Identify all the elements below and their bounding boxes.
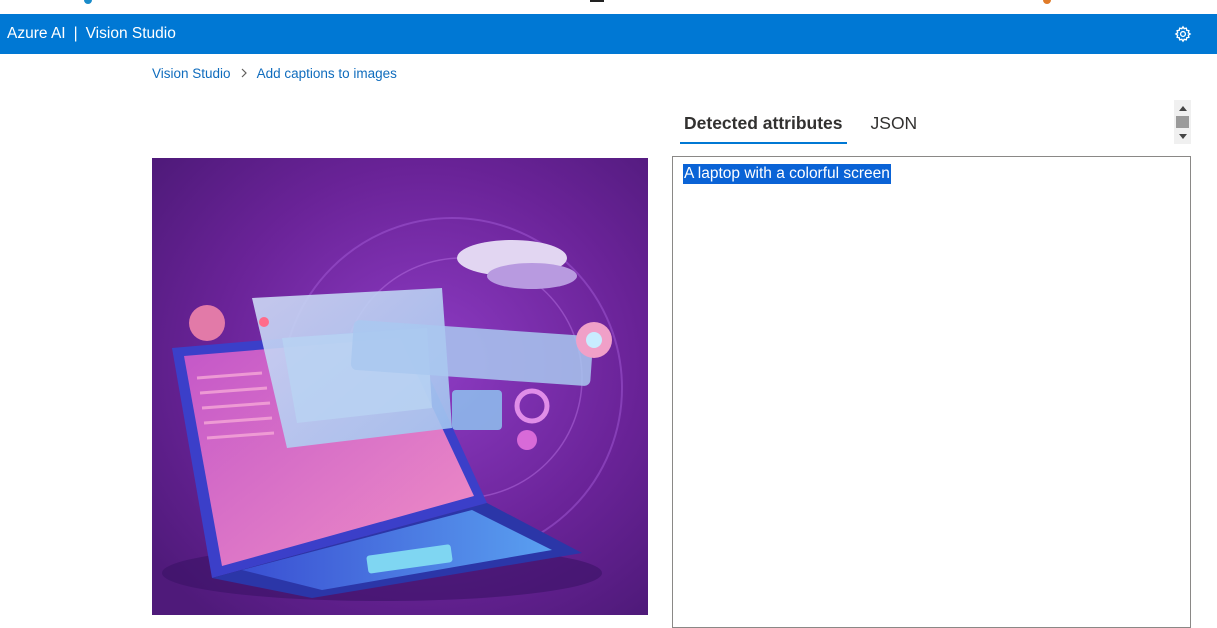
- brand-name: Azure AI: [7, 25, 66, 42]
- app-title[interactable]: Azure AI | Vision Studio: [7, 14, 176, 54]
- scrollbar[interactable]: [1174, 100, 1191, 144]
- tab-indicator-icon: [1043, 0, 1051, 4]
- caption-result-panel[interactable]: A laptop with a colorful screen: [672, 156, 1191, 628]
- breadcrumb: Vision Studio Add captions to images: [152, 64, 397, 82]
- breadcrumb-add-captions[interactable]: Add captions to images: [257, 66, 397, 81]
- tab-json[interactable]: JSON: [867, 106, 922, 142]
- caption-text: A laptop with a colorful screen: [683, 164, 891, 184]
- breadcrumb-vision-studio[interactable]: Vision Studio: [152, 66, 231, 81]
- tab-indicator-icon: [84, 0, 92, 4]
- laptop-illustration-icon: [152, 158, 648, 615]
- result-tabs: Detected attributes JSON: [680, 106, 941, 146]
- app-header: Azure AI | Vision Studio: [0, 14, 1217, 54]
- image-preview: [152, 158, 648, 615]
- title-separator: |: [73, 25, 78, 42]
- chevron-right-icon: [240, 68, 248, 78]
- tab-detected-attributes[interactable]: Detected attributes: [680, 106, 847, 144]
- product-name: Vision Studio: [85, 25, 176, 42]
- scroll-up-icon[interactable]: [1174, 102, 1191, 114]
- settings-button[interactable]: [1172, 23, 1194, 45]
- scroll-down-icon[interactable]: [1174, 130, 1191, 142]
- scrollbar-thumb[interactable]: [1176, 116, 1189, 128]
- top-strip: [0, 0, 1217, 14]
- tab-indicator-icon: [590, 0, 604, 2]
- gear-icon: [1174, 25, 1192, 43]
